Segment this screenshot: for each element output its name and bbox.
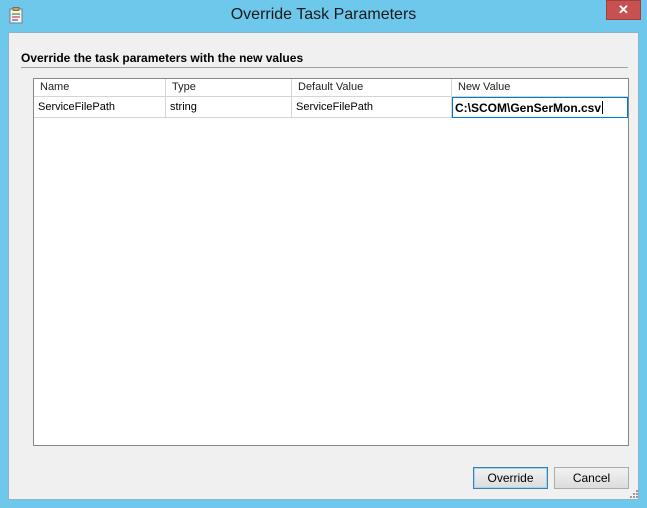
table-row[interactable]: ServiceFilePath string ServiceFilePath C… bbox=[34, 97, 628, 118]
new-value-text[interactable]: C:\SCOM\GenSerMon.csv bbox=[455, 101, 601, 115]
text-caret bbox=[602, 101, 604, 114]
separator bbox=[21, 67, 628, 68]
cell-type: string bbox=[166, 97, 292, 118]
close-icon[interactable]: ✕ bbox=[618, 2, 629, 17]
cell-name: ServiceFilePath bbox=[34, 97, 166, 118]
window-title: Override Task Parameters bbox=[230, 6, 417, 23]
title-bar: Override Task Parameters ✕ bbox=[0, 0, 647, 32]
column-header-default-value[interactable]: Default Value bbox=[292, 79, 452, 96]
cell-default-value: ServiceFilePath bbox=[292, 97, 452, 118]
grid-header: Name Type Default Value New Value bbox=[34, 79, 628, 97]
cancel-button[interactable]: Cancel bbox=[554, 467, 629, 489]
column-header-new-value[interactable]: New Value bbox=[452, 79, 628, 96]
override-button[interactable]: Override bbox=[473, 467, 548, 489]
column-header-type[interactable]: Type bbox=[166, 79, 292, 96]
resize-grip-icon[interactable] bbox=[628, 488, 638, 498]
new-value-input[interactable]: C:\SCOM\GenSerMon.csv bbox=[452, 97, 628, 118]
dialog-body: Override the task parameters with the ne… bbox=[8, 32, 639, 500]
parameters-grid[interactable]: Name Type Default Value New Value Servic… bbox=[33, 78, 629, 446]
close-button[interactable]: ✕ bbox=[606, 0, 641, 20]
instruction-label: Override the task parameters with the ne… bbox=[21, 51, 304, 65]
column-header-name[interactable]: Name bbox=[34, 79, 166, 96]
